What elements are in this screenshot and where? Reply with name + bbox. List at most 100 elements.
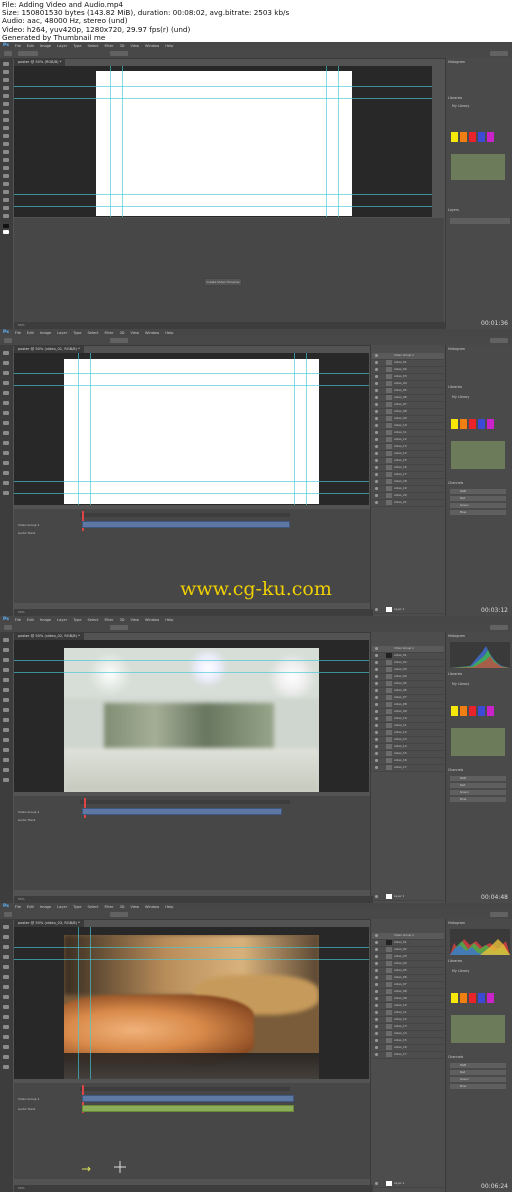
menu-3d[interactable]: 3D bbox=[119, 44, 124, 48]
eye-icon[interactable] bbox=[375, 948, 378, 951]
layer-row[interactable]: video_11 bbox=[372, 430, 444, 437]
histogram-tab[interactable]: Histogram bbox=[448, 634, 465, 638]
channel-row[interactable]: Green bbox=[450, 1077, 506, 1082]
style-dropdown[interactable] bbox=[110, 625, 128, 630]
eye-icon[interactable] bbox=[375, 990, 378, 993]
hand-tool-icon[interactable] bbox=[3, 768, 9, 772]
libraries-tab[interactable]: Libraries bbox=[448, 96, 462, 100]
tool-preset-button[interactable] bbox=[4, 338, 12, 343]
histogram-tab[interactable]: Histogram bbox=[448, 347, 465, 351]
eye-icon[interactable] bbox=[375, 696, 378, 699]
menu-help[interactable]: Help bbox=[165, 44, 173, 48]
layer-row[interactable]: video_02 bbox=[372, 367, 444, 374]
eye-icon[interactable] bbox=[375, 976, 378, 979]
crop-tool-icon[interactable] bbox=[3, 955, 9, 959]
eye-icon[interactable] bbox=[375, 1182, 378, 1185]
channels-tab[interactable]: Channels bbox=[448, 481, 463, 485]
layers-tab[interactable]: Layers bbox=[448, 208, 459, 212]
menu-edit[interactable]: Edit bbox=[27, 905, 34, 909]
eye-icon[interactable] bbox=[375, 738, 378, 741]
pen-tool-icon[interactable] bbox=[3, 174, 9, 178]
layer-row[interactable]: video_09 bbox=[372, 709, 444, 716]
eye-icon[interactable] bbox=[375, 487, 378, 490]
channel-row[interactable]: RGB bbox=[450, 776, 506, 781]
color-swatch-magenta[interactable] bbox=[487, 419, 494, 429]
eye-icon[interactable] bbox=[375, 1018, 378, 1021]
marquee-tool-icon[interactable] bbox=[3, 70, 9, 74]
eye-icon[interactable] bbox=[375, 724, 378, 727]
color-swatch-magenta[interactable] bbox=[487, 706, 494, 716]
color-swatch-blue[interactable] bbox=[478, 706, 485, 716]
channel-row[interactable]: Red bbox=[450, 496, 506, 501]
eye-icon[interactable] bbox=[375, 445, 378, 448]
eye-icon[interactable] bbox=[375, 494, 378, 497]
menu-3d[interactable]: 3D bbox=[119, 618, 124, 622]
menu-view[interactable]: View bbox=[131, 618, 140, 622]
eye-icon[interactable] bbox=[375, 731, 378, 734]
layer-row[interactable]: video_13 bbox=[372, 737, 444, 744]
menu-help[interactable]: Help bbox=[165, 618, 173, 622]
style-dropdown[interactable] bbox=[110, 51, 128, 56]
document-tab[interactable]: poster @ 50% (RGB/8) * bbox=[14, 59, 66, 66]
history-brush-tool-icon[interactable] bbox=[3, 134, 9, 138]
histogram-tab[interactable]: Histogram bbox=[448, 921, 465, 925]
menu-select[interactable]: Select bbox=[87, 905, 98, 909]
eye-icon[interactable] bbox=[375, 682, 378, 685]
shape-tool-icon[interactable] bbox=[3, 758, 9, 762]
menu-type[interactable]: Type bbox=[73, 331, 81, 335]
menu-window[interactable]: Window bbox=[145, 44, 159, 48]
channel-row[interactable]: Blue bbox=[450, 1084, 506, 1089]
layer-row[interactable]: Video Group 1 bbox=[372, 353, 444, 360]
layer-row[interactable]: video_15 bbox=[372, 751, 444, 758]
layer-row-background[interactable] bbox=[450, 218, 510, 224]
menu-window[interactable]: Window bbox=[145, 618, 159, 622]
menu-3d[interactable]: 3D bbox=[119, 905, 124, 909]
libraries-tab[interactable]: Libraries bbox=[448, 385, 462, 389]
workspace-switcher[interactable] bbox=[490, 912, 508, 917]
menu-image[interactable]: Image bbox=[40, 618, 51, 622]
type-tool-icon[interactable] bbox=[3, 182, 9, 186]
eye-icon[interactable] bbox=[375, 1053, 378, 1056]
lasso-tool-icon[interactable] bbox=[3, 658, 9, 662]
eyedropper-tool-icon[interactable] bbox=[3, 965, 9, 969]
channel-row[interactable]: Green bbox=[450, 503, 506, 508]
tool-preset-button[interactable] bbox=[4, 51, 12, 56]
stamp-tool-icon[interactable] bbox=[3, 126, 9, 130]
color-swatch-red[interactable] bbox=[469, 132, 476, 142]
layer-row[interactable]: Layer 1 bbox=[372, 1181, 444, 1188]
eye-icon[interactable] bbox=[375, 654, 378, 657]
menu-file[interactable]: File bbox=[15, 618, 21, 622]
color-swatch-yellow[interactable] bbox=[451, 132, 458, 142]
dodge-tool-icon[interactable] bbox=[3, 166, 9, 170]
style-dropdown[interactable] bbox=[110, 338, 128, 343]
color-swatch-blue[interactable] bbox=[478, 419, 485, 429]
eraser-tool-icon[interactable] bbox=[3, 421, 9, 425]
eye-icon[interactable] bbox=[375, 473, 378, 476]
eye-icon[interactable] bbox=[375, 766, 378, 769]
layer-row[interactable]: video_17 bbox=[372, 472, 444, 479]
layer-row[interactable]: video_19 bbox=[372, 486, 444, 493]
layer-row[interactable]: video_03 bbox=[372, 374, 444, 381]
brush-tool-icon[interactable] bbox=[3, 975, 9, 979]
layer-row[interactable]: video_12 bbox=[372, 730, 444, 737]
color-swatch-red[interactable] bbox=[469, 993, 476, 1003]
eye-icon[interactable] bbox=[375, 689, 378, 692]
eraser-tool-icon[interactable] bbox=[3, 708, 9, 712]
document-tab[interactable]: poster @ 50% (video_02, RGB/8) * bbox=[14, 633, 84, 640]
layer-row[interactable]: video_05 bbox=[372, 968, 444, 975]
gradient-tool-icon[interactable] bbox=[3, 150, 9, 154]
histogram-tab[interactable]: Histogram bbox=[448, 60, 465, 64]
menu-layer[interactable]: Layer bbox=[57, 331, 67, 335]
layer-row[interactable]: video_09 bbox=[372, 416, 444, 423]
layer-row[interactable]: video_08 bbox=[372, 989, 444, 996]
video-frame-bokeh[interactable] bbox=[64, 648, 319, 792]
layer-row[interactable]: Video Group 1 bbox=[372, 933, 444, 940]
shape-tool-icon[interactable] bbox=[3, 1045, 9, 1049]
layer-row[interactable]: video_03 bbox=[372, 667, 444, 674]
library-name[interactable]: My Library bbox=[452, 104, 469, 108]
blur-tool-icon[interactable] bbox=[3, 158, 9, 162]
canvas-document[interactable] bbox=[64, 359, 319, 504]
document-tab[interactable]: poster @ 50% (video_01, RGB/8) * bbox=[14, 346, 84, 353]
crop-tool-icon[interactable] bbox=[3, 94, 9, 98]
layer-row[interactable]: video_05 bbox=[372, 681, 444, 688]
